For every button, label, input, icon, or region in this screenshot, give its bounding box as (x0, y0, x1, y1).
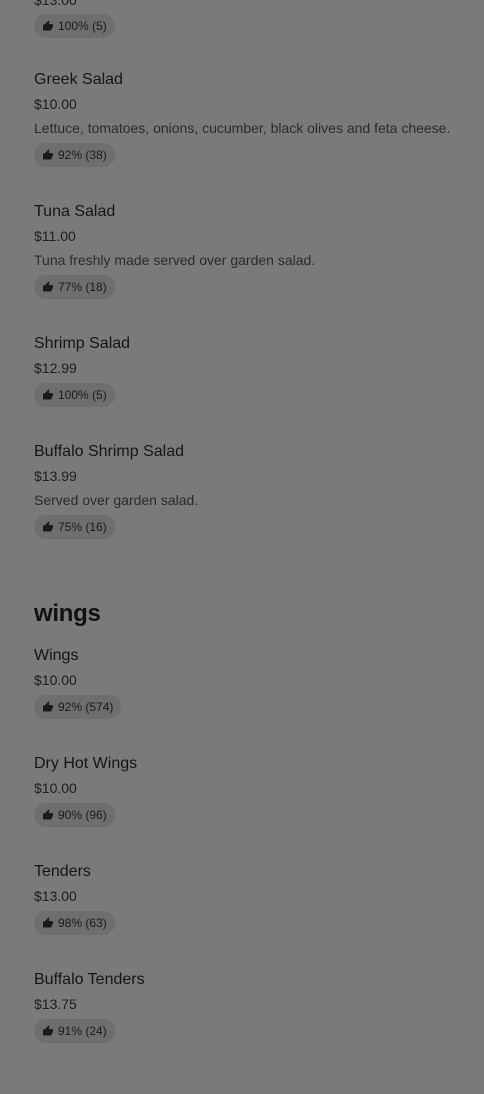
item-price: $10.00 (34, 96, 77, 112)
rating-text: 92% (38) (58, 148, 107, 162)
menu-page: $13.00 100% (5) Greek Salad $10.00 Lettu… (0, 0, 484, 1094)
item-name: Greek Salad (34, 71, 123, 88)
rating-badge: 100% (5) (34, 14, 115, 38)
rating-badge: 91% (24) (34, 1019, 115, 1043)
item-price: $10.00 (34, 780, 77, 796)
menu-item-buffalo-shrimp-salad[interactable]: Buffalo Shrimp Salad $13.99 Served over … (34, 442, 474, 539)
thumbs-up-icon (42, 20, 54, 32)
item-description: Served over garden salad. (34, 492, 199, 508)
thumbs-up-icon (42, 701, 54, 713)
rating-text: 92% (574) (58, 700, 114, 714)
rating-text: 98% (63) (58, 916, 107, 930)
item-price: $10.00 (34, 672, 77, 688)
rating-badge: 90% (96) (34, 803, 115, 827)
item-name: Buffalo Shrimp Salad (34, 443, 185, 460)
thumbs-up-icon (42, 149, 54, 161)
rating-text: 90% (96) (58, 808, 107, 822)
item-name: Wings (34, 647, 79, 664)
thumbs-up-icon (42, 521, 54, 533)
item-price: $11.00 (34, 228, 76, 244)
item-name: Buffalo Tenders (34, 971, 145, 988)
rating-badge: 98% (63) (34, 911, 115, 935)
menu-item-tuna-salad[interactable]: Tuna Salad $11.00 Tuna freshly made serv… (34, 202, 474, 299)
rating-badge: 100% (5) (34, 383, 115, 407)
item-price: $13.99 (34, 468, 77, 484)
menu-item-tenders[interactable]: Tenders $13.00 98% (63) (34, 862, 474, 935)
item-description: Tuna freshly made served over garden sal… (34, 252, 316, 268)
rating-text: 77% (18) (58, 280, 107, 294)
item-name: Tenders (34, 863, 91, 880)
rating-badge: 92% (38) (34, 143, 115, 167)
item-name: Dry Hot Wings (34, 755, 138, 772)
thumbs-up-icon (42, 809, 54, 821)
menu-item-wings[interactable]: Wings $10.00 92% (574) (34, 646, 474, 719)
rating-badge: 92% (574) (34, 695, 122, 719)
item-price: $13.00 (34, 888, 77, 904)
thumbs-up-icon (42, 1025, 54, 1037)
item-name: Shrimp Salad (34, 335, 131, 352)
rating-text: 91% (24) (58, 1024, 107, 1038)
rating-badge: 77% (18) (34, 275, 115, 299)
section-title-wings: wings (34, 600, 101, 627)
item-price: $13.00 (34, 0, 77, 8)
rating-text: 100% (5) (58, 19, 107, 33)
menu-item-shrimp-salad[interactable]: Shrimp Salad $12.99 100% (5) (34, 334, 474, 407)
menu-item-partial[interactable]: 100% (5) (34, 14, 474, 38)
thumbs-up-icon (42, 389, 54, 401)
rating-badge: 75% (16) (34, 515, 115, 539)
menu-item-dry-hot-wings[interactable]: Dry Hot Wings $10.00 90% (96) (34, 754, 474, 827)
item-price: $13.75 (34, 996, 77, 1012)
thumbs-up-icon (42, 917, 54, 929)
menu-item-buffalo-tenders[interactable]: Buffalo Tenders $13.75 91% (24) (34, 970, 474, 1043)
rating-text: 100% (5) (58, 388, 107, 402)
item-price: $12.99 (34, 360, 77, 376)
rating-text: 75% (16) (58, 520, 107, 534)
item-name: Tuna Salad (34, 203, 116, 220)
thumbs-up-icon (42, 281, 54, 293)
item-description: Lettuce, tomatoes, onions, cucumber, bla… (34, 120, 451, 136)
menu-item-greek-salad[interactable]: Greek Salad $10.00 Lettuce, tomatoes, on… (34, 70, 474, 167)
